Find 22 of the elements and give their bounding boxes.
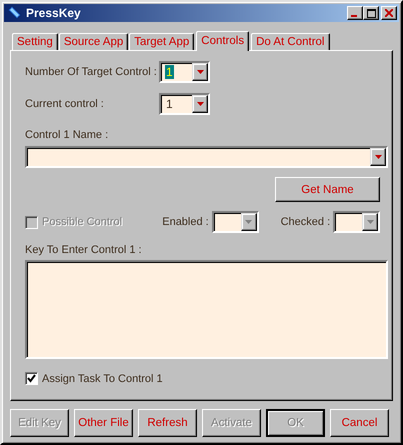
tab[interactable]: Setting [12, 33, 58, 50]
field-label: Control 1 Name : [25, 129, 110, 141]
tab[interactable]: Controls [196, 31, 250, 51]
current-control-dropdown[interactable]: 1 [159, 93, 210, 115]
tab[interactable]: Do At Control [251, 33, 330, 50]
checkbox-label: Possible Control [42, 216, 122, 228]
dropdown-value: 1 [165, 97, 174, 111]
field-label: Number Of Target Control : [25, 66, 158, 78]
dialog-button[interactable]: Refresh [138, 409, 197, 437]
tab[interactable]: Source App [58, 33, 128, 50]
field-label: Enabled : [162, 216, 209, 228]
checkbox-label: Assign Task To Control 1 [42, 372, 163, 384]
window-title: PressKey [26, 6, 82, 20]
dropdown-value: 1 [165, 65, 174, 79]
tab[interactable]: Target App [129, 33, 194, 50]
field-label: Checked : [280, 216, 330, 228]
dialog-button[interactable]: Other File [74, 409, 133, 437]
number-dropdown[interactable]: 1 [159, 61, 210, 83]
dialog-button[interactable]: Cancel [330, 409, 389, 437]
field-label: Key To Enter Control 1 : [25, 244, 143, 256]
get-name-button[interactable]: Get Name [275, 177, 380, 202]
field-label: Current control : [25, 98, 105, 110]
